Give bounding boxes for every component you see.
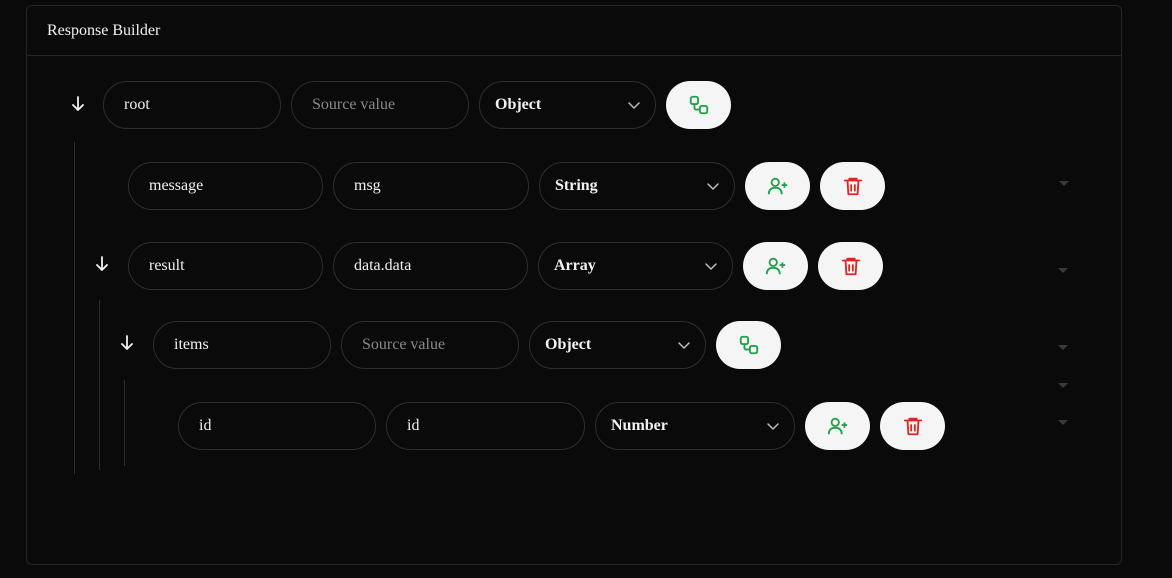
source-value-input-items[interactable]: Source value: [341, 321, 519, 369]
row-expand-caret-items-2[interactable]: [1058, 383, 1068, 388]
field-name-input-result[interactable]: result: [128, 242, 323, 290]
tree-guide-line-result: [99, 300, 100, 470]
tree-guide-line-root: [74, 142, 75, 474]
type-select-value: Array: [554, 257, 596, 274]
collapse-root-button[interactable]: [70, 95, 86, 113]
type-select-value: Object: [545, 336, 592, 353]
type-select-message[interactable]: String: [539, 162, 735, 210]
type-select-result[interactable]: Array: [538, 242, 733, 290]
field-name-input-root[interactable]: root: [103, 81, 281, 129]
tree-guide-line-items: [124, 380, 125, 466]
field-name-value: id: [199, 417, 212, 434]
add-child-node-icon: [739, 335, 758, 355]
type-select-id[interactable]: Number: [595, 402, 795, 450]
type-select-value: Object: [495, 96, 542, 113]
source-value: data.data: [354, 257, 412, 274]
type-select-items[interactable]: Object: [529, 321, 706, 369]
arrow-down-icon: [96, 256, 108, 271]
chevron-down-icon: [705, 263, 717, 270]
field-name-input-id[interactable]: id: [178, 402, 376, 450]
chevron-down-icon: [678, 342, 690, 349]
chevron-down-icon: [628, 102, 640, 109]
arrow-down-icon: [121, 335, 133, 350]
add-child-node-button-items[interactable]: [716, 321, 781, 369]
add-child-node-icon: [689, 95, 708, 115]
user-plus-icon: [827, 417, 847, 435]
chevron-down-icon: [767, 423, 779, 430]
user-plus-icon: [767, 177, 787, 195]
source-value-input-id[interactable]: id: [386, 402, 585, 450]
source-value-input-result[interactable]: data.data: [333, 242, 528, 290]
add-user-button-id[interactable]: [805, 402, 870, 450]
source-value: id: [407, 417, 420, 434]
field-name-input-message[interactable]: message: [128, 162, 323, 210]
row-expand-caret-items[interactable]: [1058, 345, 1068, 350]
delete-button-id[interactable]: [880, 402, 945, 450]
field-name-value: root: [124, 96, 150, 113]
field-name-value: message: [149, 177, 204, 194]
trash-icon: [843, 177, 862, 196]
row-expand-caret-id[interactable]: [1058, 420, 1068, 425]
user-plus-icon: [765, 257, 785, 275]
source-value-placeholder: Source value: [362, 336, 446, 353]
add-child-node-button-root[interactable]: [666, 81, 731, 129]
trash-icon: [903, 417, 922, 436]
type-select-value: Number: [611, 417, 668, 434]
source-value-input-message[interactable]: msg: [333, 162, 529, 210]
delete-button-result[interactable]: [818, 242, 883, 290]
collapse-result-button[interactable]: [94, 255, 110, 273]
add-user-button-message[interactable]: [745, 162, 810, 210]
field-name-input-items[interactable]: items: [153, 321, 331, 369]
source-value: msg: [354, 177, 381, 194]
type-select-root[interactable]: Object: [479, 81, 656, 129]
field-name-value: result: [149, 257, 185, 274]
chevron-down-icon: [707, 183, 719, 190]
add-user-button-result[interactable]: [743, 242, 808, 290]
delete-button-message[interactable]: [820, 162, 885, 210]
type-select-value: String: [555, 177, 598, 194]
collapse-items-button[interactable]: [119, 334, 135, 352]
trash-icon: [841, 257, 860, 276]
panel-title: Response Builder: [27, 6, 1121, 56]
row-expand-caret-result[interactable]: [1058, 268, 1068, 273]
row-expand-caret-message[interactable]: [1059, 181, 1069, 186]
arrow-down-icon: [72, 96, 84, 111]
source-value-input-root[interactable]: Source value: [291, 81, 469, 129]
source-value-placeholder: Source value: [312, 96, 396, 113]
field-name-value: items: [174, 336, 209, 353]
